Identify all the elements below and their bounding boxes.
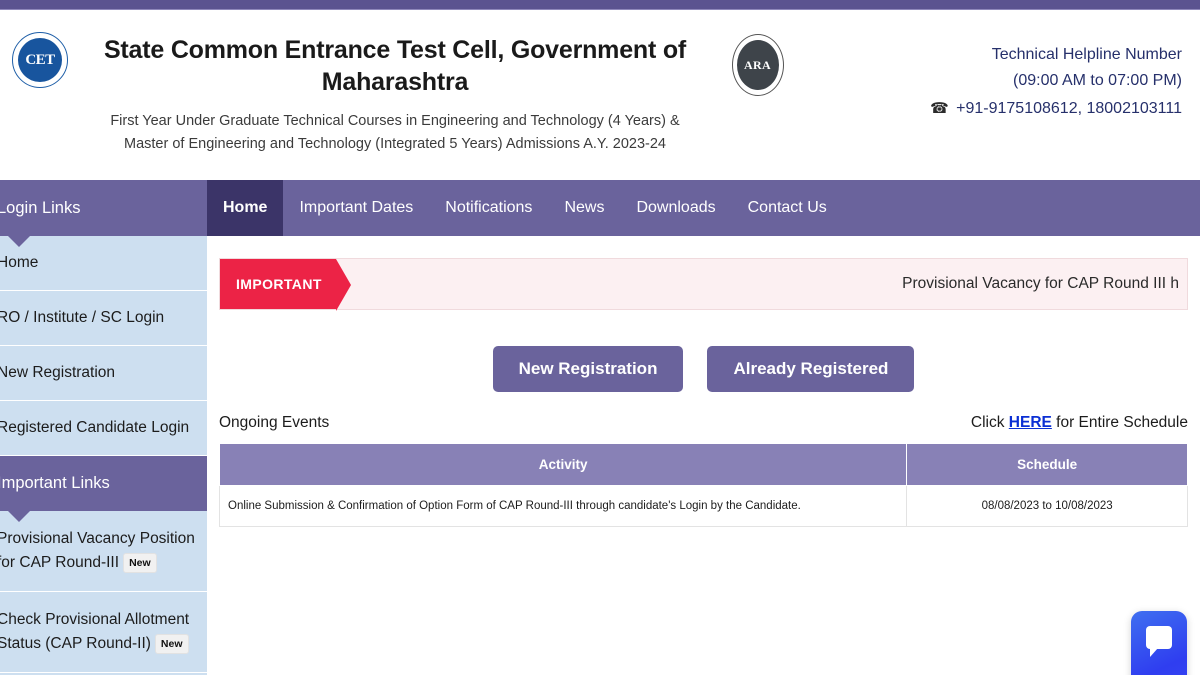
- cet-logo-container: CET: [0, 20, 80, 88]
- helpline-hours: (09:00 AM to 07:00 PM): [1013, 71, 1182, 89]
- helpline-label: Technical Helpline Number: [991, 46, 1182, 63]
- cet-seal-icon: CET: [12, 32, 68, 88]
- main-content: IMPORTANT Provisional Vacancy for CAP Ro…: [207, 236, 1200, 675]
- cell-schedule: 08/08/2023 to 10/08/2023: [906, 485, 1188, 527]
- important-announcement-bar: IMPORTANT Provisional Vacancy for CAP Ro…: [219, 258, 1188, 311]
- tab-downloads-label: Downloads: [636, 199, 716, 216]
- sidebar-item-registered-candidate-login-label: Registered Candidate Login: [0, 419, 190, 436]
- page-subtitle: First Year Under Graduate Technical Cour…: [110, 113, 680, 153]
- marquee-area[interactable]: Provisional Vacancy for CAP Round III h: [336, 259, 1187, 309]
- badge-new-vacancy: New: [124, 554, 156, 573]
- cet-logo-text: CET: [25, 51, 55, 68]
- schedule-prefix: Click: [970, 414, 1009, 431]
- column-header-schedule: Schedule: [906, 443, 1188, 486]
- sidebar-item-provisional-vacancy-position[interactable]: Provisional Vacancy Position for CAP Rou…: [0, 511, 207, 592]
- ara-seal-icon: ARA: [731, 34, 784, 96]
- tab-important-dates[interactable]: Important Dates: [283, 180, 429, 236]
- sidebar-item-home[interactable]: Home: [0, 236, 207, 291]
- ongoing-events-table: Activity Schedule Online Submission & Co…: [218, 443, 1188, 527]
- site-header: CET State Common Entrance Test Cell, Gov…: [0, 10, 1200, 180]
- tab-news-label: News: [564, 199, 605, 216]
- top-accent-strip: [0, 0, 1200, 10]
- tab-home[interactable]: Home: [207, 180, 284, 236]
- sidebar-item-home-label: Home: [0, 254, 39, 271]
- table-header-row: Activity Schedule: [218, 443, 1188, 486]
- nav-band: Login Links Home Important Dates Notific…: [0, 180, 1200, 236]
- sidebar-item-new-registration[interactable]: New Registration: [0, 346, 207, 401]
- entire-schedule-line: Click HERE for Entire Schedule: [971, 414, 1188, 432]
- page-root: CET State Common Entrance Test Cell, Gov…: [0, 0, 1200, 675]
- new-registration-button[interactable]: New Registration: [492, 346, 684, 392]
- tab-downloads[interactable]: Downloads: [620, 180, 731, 236]
- helpline-numbers: +91-9175108612, 18002103111: [956, 99, 1182, 117]
- badge-new-allotment: New: [155, 635, 188, 654]
- sidebar-item-registered-candidate-login[interactable]: Registered Candidate Login: [0, 401, 207, 456]
- sidebar-caret-login-icon: [8, 236, 30, 247]
- sidebar-item-allotment-status-wrap: Check Provisional Allotment Status (CAP …: [0, 608, 207, 656]
- tab-notifications-label: Notifications: [445, 199, 533, 216]
- important-tag-label: IMPORTANT: [236, 276, 322, 292]
- chat-widget-button[interactable]: [1131, 611, 1187, 675]
- ongoing-events-label: Ongoing Events: [219, 414, 330, 431]
- important-tag: IMPORTANT: [220, 259, 351, 311]
- sidebar-caret-important-icon: [8, 511, 30, 522]
- tab-news[interactable]: News: [548, 180, 620, 236]
- chat-bubble-icon: [1146, 626, 1172, 657]
- sidebar-login-links-label: Login Links: [0, 198, 81, 217]
- registration-button-row: New Registration Already Registered: [219, 346, 1188, 392]
- sidebar-item-ro-institute-sc-login[interactable]: RO / Institute / SC Login: [0, 291, 207, 346]
- phone-icon: ☎: [930, 99, 950, 117]
- sidebar-item-check-provisional-allotment-status[interactable]: Check Provisional Allotment Status (CAP …: [0, 592, 207, 673]
- body-split: Home RO / Institute / SC Login New Regis…: [0, 236, 1200, 675]
- ara-logo-container: ARA: [710, 20, 805, 96]
- sidebar-item-new-registration-label: New Registration: [0, 364, 116, 381]
- tab-important-dates-label: Important Dates: [299, 199, 414, 216]
- sidebar: Home RO / Institute / SC Login New Regis…: [0, 236, 207, 675]
- helpline-numbers-row: ☎ +91-9175108612, 18002103111: [805, 96, 1182, 122]
- cell-activity: Online Submission & Confirmation of Opti…: [218, 485, 908, 527]
- sidebar-item-provisional-vacancy-wrap: Provisional Vacancy Position for CAP Rou…: [0, 527, 207, 575]
- ongoing-events-header: Ongoing Events Click HERE for Entire Sch…: [219, 414, 1188, 432]
- tab-contact-us[interactable]: Contact Us: [732, 180, 843, 236]
- tab-home-label: Home: [223, 199, 268, 216]
- sidebar-header-important-links: Important Links: [0, 456, 207, 511]
- tab-notifications[interactable]: Notifications: [429, 180, 548, 236]
- header-title-block: State Common Entrance Test Cell, Governm…: [80, 20, 710, 157]
- tab-contact-us-label: Contact Us: [747, 199, 827, 216]
- ara-logo-text: ARA: [744, 57, 771, 72]
- table-row: Online Submission & Confirmation of Opti…: [218, 485, 1188, 527]
- helpline-block: Technical Helpline Number (09:00 AM to 0…: [805, 20, 1200, 122]
- main-navigation: Home Important Dates Notifications News …: [207, 180, 1200, 236]
- entire-schedule-link[interactable]: HERE: [1009, 414, 1052, 431]
- sidebar-important-links-label: Important Links: [0, 474, 110, 492]
- schedule-suffix: for Entire Schedule: [1051, 414, 1188, 431]
- marquee-text: Provisional Vacancy for CAP Round III h: [902, 275, 1179, 292]
- sidebar-item-provisional-vacancy-label: Provisional Vacancy Position for CAP Rou…: [0, 529, 195, 571]
- already-registered-button[interactable]: Already Registered: [707, 346, 915, 392]
- page-title: State Common Entrance Test Cell, Governm…: [103, 36, 687, 96]
- sidebar-item-ro-institute-sc-login-label: RO / Institute / SC Login: [0, 309, 165, 326]
- sidebar-header-login-links: Login Links: [0, 180, 207, 236]
- column-header-activity: Activity: [218, 443, 908, 486]
